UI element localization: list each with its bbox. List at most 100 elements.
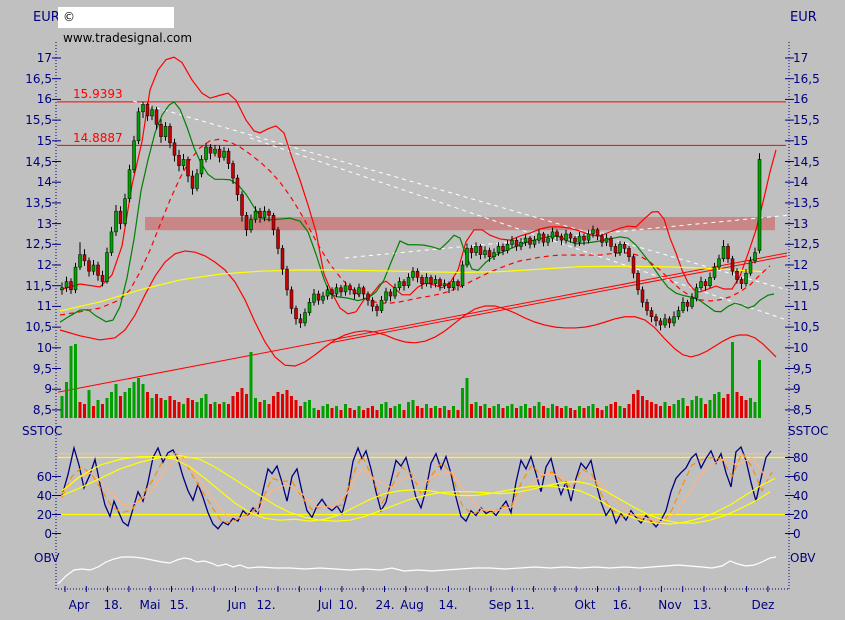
candle-body xyxy=(88,261,91,271)
candle-body xyxy=(664,319,667,325)
volume-bar xyxy=(650,402,653,418)
volume-bar xyxy=(218,404,221,418)
candle-body xyxy=(556,232,559,236)
candle-body xyxy=(326,290,329,296)
candle-body xyxy=(115,211,118,232)
candle-body xyxy=(250,219,253,229)
volume-bar xyxy=(164,400,167,418)
candle-body xyxy=(74,267,77,290)
x-axis-label: Sep xyxy=(489,598,512,612)
volume-bar xyxy=(488,408,491,418)
volume-bar xyxy=(155,394,158,418)
volume-bar xyxy=(295,400,298,418)
candle-body xyxy=(587,234,590,240)
volume-bar xyxy=(214,402,217,418)
candle-body xyxy=(385,292,388,300)
support-zone xyxy=(145,217,775,230)
candle-body xyxy=(299,319,302,323)
volume-bar xyxy=(416,406,419,418)
price-tick-label-left: 13,5 xyxy=(25,196,52,210)
volume-bar xyxy=(308,400,311,418)
candle-body xyxy=(349,286,352,290)
candle-body xyxy=(722,246,725,258)
volume-bar xyxy=(704,404,707,418)
volume-bar xyxy=(281,394,284,418)
sstoc-panel-label-right: SSTOC xyxy=(788,424,828,438)
candle-body xyxy=(659,321,662,325)
x-axis-label: Nov xyxy=(658,598,681,612)
candle-body xyxy=(529,238,532,244)
sstoc-tick-label-right: 20 xyxy=(793,508,808,522)
volume-bar xyxy=(304,402,307,418)
sstoc-tick-label-left: 40 xyxy=(37,489,52,503)
candle-body xyxy=(758,159,761,250)
obv-panel-label-right: OBV xyxy=(790,551,816,565)
candle-body xyxy=(263,211,266,217)
chart-canvas[interactable] xyxy=(0,0,845,620)
candle-body xyxy=(160,124,163,136)
volume-bar xyxy=(74,344,77,418)
price-tick-label-right: 16 xyxy=(793,92,808,106)
volume-bar xyxy=(722,398,725,418)
candle-body xyxy=(430,277,433,283)
volume-bar xyxy=(380,404,383,418)
candle-body xyxy=(79,255,82,267)
volume-bar xyxy=(173,400,176,418)
price-tick-label-left: 11 xyxy=(37,299,52,313)
volume-bar xyxy=(421,408,424,418)
candle-body xyxy=(205,147,208,159)
volume-bar xyxy=(623,408,626,418)
candle-body xyxy=(493,253,496,257)
x-axis-label: Mai xyxy=(139,598,160,612)
candle-body xyxy=(83,255,86,261)
candle-body xyxy=(700,282,703,288)
volume-bar xyxy=(538,402,541,418)
price-tick-label-right: 14,5 xyxy=(793,155,820,169)
sstoc-tick-label-left: 20 xyxy=(37,508,52,522)
candle-body xyxy=(740,279,743,283)
price-tick-label-right: 9,5 xyxy=(793,362,812,376)
price-tick-label-right: 8,5 xyxy=(793,403,812,417)
volume-bar xyxy=(727,394,730,418)
candle-body xyxy=(317,294,320,300)
volume-bar xyxy=(758,360,761,418)
x-axis-label: 11. xyxy=(515,598,534,612)
volume-bar xyxy=(385,402,388,418)
candle-body xyxy=(524,238,527,242)
volume-bar xyxy=(223,402,226,418)
candle-body xyxy=(704,282,707,286)
candle-body xyxy=(637,273,640,290)
volume-bar xyxy=(749,398,752,418)
candle-body xyxy=(731,259,734,271)
candle-body xyxy=(470,248,473,252)
candle-body xyxy=(272,215,275,229)
candle-body xyxy=(583,236,586,240)
x-axis-label: 18. xyxy=(103,598,122,612)
candle-body xyxy=(106,253,109,282)
price-tick-label-left: 15,5 xyxy=(25,113,52,127)
price-tick-label-left: 16,5 xyxy=(25,72,52,86)
volume-bar xyxy=(128,388,131,418)
volume-bar xyxy=(245,394,248,418)
volume-bar xyxy=(655,404,658,418)
candle-body xyxy=(515,240,518,246)
volume-bar xyxy=(259,402,262,418)
price-tick-label-left: 9,5 xyxy=(33,362,52,376)
candle-body xyxy=(682,302,685,310)
series-stoch-yellow-1 xyxy=(62,457,775,524)
candle-body xyxy=(322,296,325,300)
candle-body xyxy=(484,251,487,255)
volume-bar xyxy=(277,392,280,418)
candle-body xyxy=(304,313,307,323)
candle-body xyxy=(277,230,280,249)
candle-body xyxy=(412,271,415,277)
volume-bar xyxy=(502,408,505,418)
volume-bar xyxy=(506,406,509,418)
volume-bar xyxy=(425,404,428,418)
volume-bar xyxy=(110,392,113,418)
candle-body xyxy=(416,271,419,277)
x-axis-label: Jul xyxy=(318,598,332,612)
volume-bar xyxy=(700,398,703,418)
candle-body xyxy=(164,126,167,136)
candle-body xyxy=(295,308,298,318)
